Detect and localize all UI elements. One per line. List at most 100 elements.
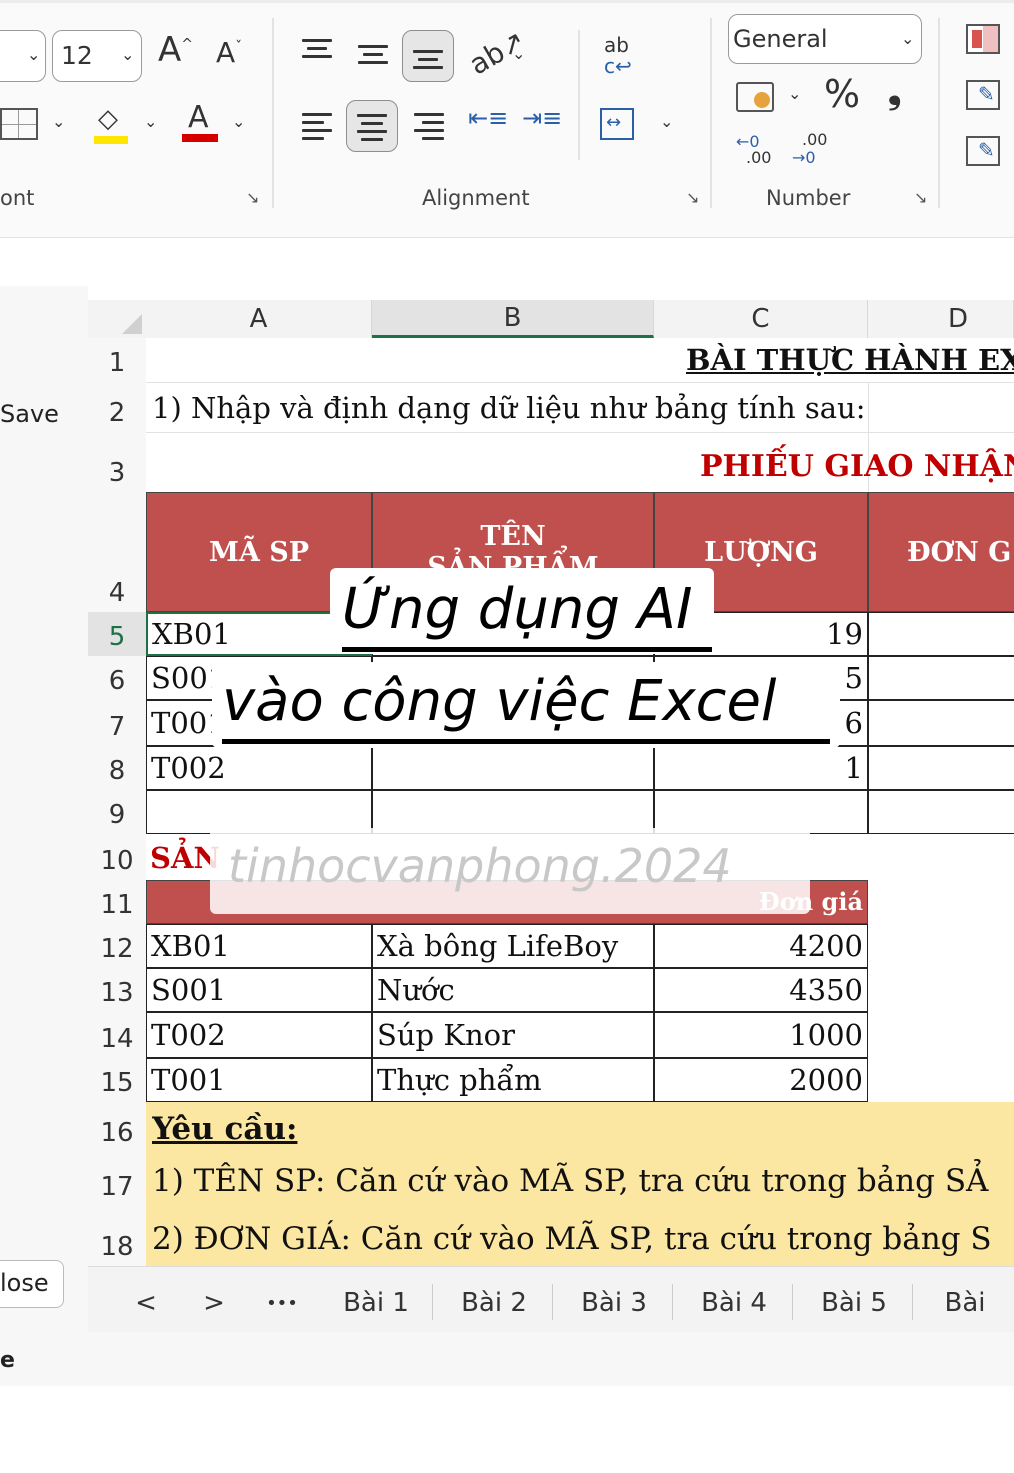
select-all-corner[interactable]: [88, 300, 146, 338]
column-header-a[interactable]: A: [146, 300, 372, 338]
align-left-icon[interactable]: [302, 108, 332, 145]
grow-font-button[interactable]: A^: [158, 30, 193, 70]
merge-center-icon[interactable]: ↔: [600, 108, 634, 140]
cell-b8[interactable]: [372, 746, 654, 790]
dialog-launcher-icon[interactable]: ↘: [686, 188, 699, 207]
chevron-down-icon[interactable]: ⌄: [660, 112, 673, 131]
middle-align-icon[interactable]: [358, 40, 388, 69]
cell-c13[interactable]: 4350: [654, 968, 868, 1012]
bottom-align-button[interactable]: [402, 30, 454, 82]
row-header[interactable]: 4: [88, 492, 146, 612]
sheet-tab-bai-5[interactable]: Bài 5: [808, 1280, 900, 1326]
comma-style-button[interactable]: ❟: [888, 72, 901, 112]
cell-c8[interactable]: 1: [654, 746, 868, 790]
font-color-button[interactable]: A: [182, 100, 218, 144]
sheet-title[interactable]: BÀI THỰC HÀNH EX: [686, 338, 1014, 382]
borders-icon[interactable]: [0, 108, 38, 140]
cell-c14[interactable]: 1000: [654, 1012, 868, 1058]
requirement-2[interactable]: 2) ĐƠN GIÁ: Căn cứ vào MÃ SP, tra cứu tr…: [152, 1212, 1014, 1266]
increase-decimal-button[interactable]: ←0 .00: [736, 130, 776, 170]
cell-a15[interactable]: T001: [146, 1058, 372, 1102]
row-header[interactable]: 8: [88, 746, 146, 790]
prev-sheet-button[interactable]: <: [128, 1280, 164, 1326]
row-header[interactable]: 14: [88, 1012, 146, 1058]
column-header-c[interactable]: C: [654, 300, 868, 338]
row-header[interactable]: 10: [88, 834, 146, 880]
column-header-b[interactable]: B: [372, 300, 654, 338]
cell-d9[interactable]: [868, 790, 1014, 834]
conditional-formatting-icon[interactable]: [966, 24, 1000, 54]
requirement-1[interactable]: 1) TÊN SP: Căn cứ vào MÃ SP, tra cứu tro…: [152, 1156, 1014, 1206]
decrease-decimal-button[interactable]: .00 →0: [792, 130, 832, 170]
cell-d7[interactable]: [868, 700, 1014, 746]
wrap-text-button[interactable]: ab c↩: [604, 35, 640, 78]
cell-b12[interactable]: Xà bông LifeBoy: [372, 924, 654, 968]
cell-d8[interactable]: [868, 746, 1014, 790]
sheet-tab-bai-3[interactable]: Bài 3: [568, 1280, 660, 1326]
cell-b13[interactable]: Nước: [372, 968, 654, 1012]
font-name-dropdown[interactable]: ⌄: [0, 30, 46, 82]
cell-b14[interactable]: Súp Knor: [372, 1012, 654, 1058]
number-format-dropdown[interactable]: General ⌄: [728, 14, 922, 64]
chevron-down-icon[interactable]: ⌄: [52, 112, 65, 131]
row-header[interactable]: 11: [88, 880, 146, 924]
cell-d5[interactable]: [868, 612, 1014, 656]
align-center-button[interactable]: [346, 100, 398, 152]
chevron-down-icon[interactable]: ⌄: [512, 44, 525, 63]
cell-c12[interactable]: 4200: [654, 924, 868, 968]
sheet-tab-bai-2[interactable]: Bài 2: [448, 1280, 540, 1326]
cell-c15[interactable]: 2000: [654, 1058, 868, 1102]
increase-indent-icon[interactable]: ⇥≡: [522, 104, 562, 138]
close-label: lose: [0, 1269, 49, 1297]
sheet-tab-bai-4[interactable]: Bài 4: [688, 1280, 780, 1326]
column-header-d[interactable]: D: [868, 300, 1014, 338]
row-header[interactable]: 7: [88, 700, 146, 746]
next-sheet-button[interactable]: >: [196, 1280, 232, 1326]
sheet-tab-bai-6[interactable]: Bài: [930, 1280, 1000, 1326]
decrease-indent-icon[interactable]: ⇤≡: [468, 104, 508, 138]
save-label[interactable]: Save: [0, 400, 59, 428]
cell-d6[interactable]: [868, 656, 1014, 700]
cell-a8[interactable]: T002: [146, 746, 372, 790]
row-header[interactable]: 15: [88, 1058, 146, 1102]
cell-a13[interactable]: S001: [146, 968, 372, 1012]
font-size-dropdown[interactable]: 12 ⌄: [52, 30, 142, 82]
close-button[interactable]: lose: [0, 1260, 64, 1308]
row-header[interactable]: 1: [88, 338, 146, 382]
cell-a14[interactable]: T002: [146, 1012, 372, 1058]
top-align-icon[interactable]: [302, 34, 332, 63]
group-separator: [272, 18, 274, 208]
instruction-cell[interactable]: 1) Nhập và định dạng dữ liệu như bảng tí…: [152, 384, 868, 432]
row-header-active[interactable]: 5: [88, 612, 146, 656]
receipt-title[interactable]: PHIẾU GIAO NHẬN: [700, 440, 1014, 492]
cell-b15[interactable]: Thực phẩm: [372, 1058, 654, 1102]
more-sheets-button[interactable]: •••: [262, 1280, 302, 1326]
group-separator: [710, 18, 712, 208]
row-header[interactable]: 17: [88, 1152, 146, 1206]
cell-a12[interactable]: XB01: [146, 924, 372, 968]
font-size-value: 12: [61, 41, 93, 70]
accounting-format-icon[interactable]: [736, 82, 774, 112]
row-header[interactable]: 3: [88, 432, 146, 492]
row-header[interactable]: 6: [88, 656, 146, 700]
row-header[interactable]: 9: [88, 790, 146, 834]
row-header[interactable]: 16: [88, 1102, 146, 1152]
chevron-down-icon[interactable]: ⌄: [232, 112, 245, 131]
shrink-font-button[interactable]: Aˇ: [216, 36, 242, 69]
cell-styles-icon[interactable]: ✎: [966, 136, 1000, 166]
sheet-tab-bai-1[interactable]: Bài 1: [330, 1280, 422, 1326]
header-don-gia[interactable]: ĐƠN G: [868, 492, 1014, 612]
align-right-icon[interactable]: [414, 108, 444, 145]
row-header[interactable]: 2: [88, 382, 146, 432]
row-header[interactable]: 18: [88, 1206, 146, 1266]
chevron-down-icon[interactable]: ⌄: [788, 84, 801, 103]
chevron-down-icon[interactable]: ⌄: [144, 112, 157, 131]
dialog-launcher-icon[interactable]: ↘: [246, 188, 259, 207]
requirements-heading[interactable]: Yêu cầu:: [152, 1106, 552, 1152]
row-header[interactable]: 13: [88, 968, 146, 1012]
percent-style-button[interactable]: %: [824, 72, 860, 116]
dialog-launcher-icon[interactable]: ↘: [914, 188, 927, 207]
format-as-table-icon[interactable]: ✎: [966, 80, 1000, 110]
row-header[interactable]: 12: [88, 924, 146, 968]
fill-color-button[interactable]: ◇: [94, 104, 130, 144]
